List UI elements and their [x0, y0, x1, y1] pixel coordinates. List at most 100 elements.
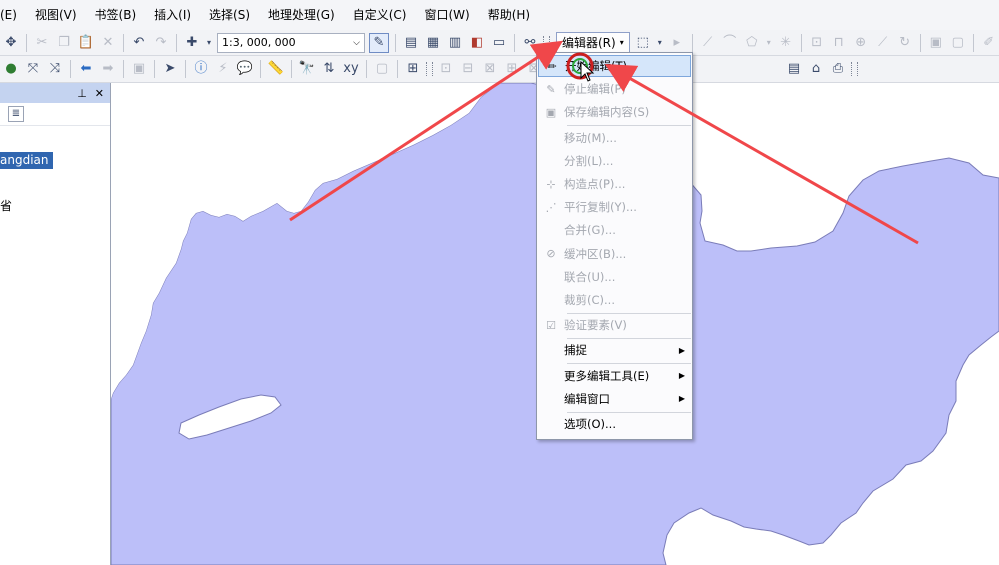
- find-route-icon[interactable]: ⇅: [320, 60, 338, 78]
- sketch-properties-icon[interactable]: ▢: [949, 34, 967, 52]
- table-of-contents-panel: ⊥ ✕ ≣ angdian 省: [0, 83, 111, 565]
- menu-snapping[interactable]: 捕捉 ▶: [538, 339, 691, 361]
- menu-union[interactable]: 联合(U)...: [538, 266, 691, 288]
- menu-save-edits[interactable]: ▣ 保存编辑内容(S): [538, 101, 691, 123]
- cut-polygons-icon[interactable]: ⊕: [852, 34, 870, 52]
- delete-icon[interactable]: ✕: [99, 34, 117, 52]
- attributes-icon[interactable]: ▣: [927, 34, 945, 52]
- toolbar-grip[interactable]: [851, 62, 858, 76]
- measure-icon[interactable]: 📏: [267, 60, 285, 78]
- fixed-zoom-in-icon[interactable]: ⤧: [24, 60, 42, 78]
- chevron-down-icon[interactable]: ▾: [765, 34, 773, 52]
- menu-item-label: 分割(L)...: [564, 153, 614, 168]
- menu-stop-editing[interactable]: ✎ 停止编辑(P): [538, 78, 691, 100]
- create-viewer-window-icon[interactable]: ⊞: [404, 60, 422, 78]
- model-builder-icon[interactable]: ⚯: [521, 34, 539, 52]
- toolbar-grip[interactable]: [426, 62, 433, 76]
- fixed-zoom-out-icon[interactable]: ⤨: [46, 60, 64, 78]
- menu-copy-parallel[interactable]: ⋰ 平行复制(Y)...: [538, 196, 691, 218]
- menu-split[interactable]: 分割(L)...: [538, 150, 691, 172]
- menu-customize[interactable]: 自定义(C): [344, 0, 416, 30]
- pin-icon[interactable]: ⊥: [77, 87, 87, 100]
- cut-icon[interactable]: ✂: [33, 34, 51, 52]
- standard-toolbar: ✥ ✂ ❐ 📋 ✕ ↶ ↷ ✚ ▾ 1:3, 000, 000 ⌵ ✎ ▤ ▦ …: [0, 30, 999, 56]
- add-data-icon[interactable]: ✚: [183, 34, 201, 52]
- menu-view[interactable]: 视图(V): [26, 0, 86, 30]
- layout-view-icon[interactable]: ▤: [785, 60, 803, 78]
- curve-icon[interactable]: ⌒: [721, 34, 739, 52]
- catalog-icon[interactable]: ▦: [424, 34, 442, 52]
- menu-windows[interactable]: 窗口(W): [415, 0, 478, 30]
- forward-extent-icon[interactable]: ➡: [99, 60, 117, 78]
- hyperlink-icon[interactable]: ⚡: [214, 60, 232, 78]
- split-tool-icon[interactable]: ⟋: [874, 34, 892, 52]
- identify-icon[interactable]: ⓘ: [192, 60, 210, 78]
- globe-icon[interactable]: ●: [2, 60, 20, 78]
- menu-start-editing[interactable]: ✏ 开始编辑(T): [538, 55, 691, 77]
- menu-insert[interactable]: 插入(I): [145, 0, 200, 30]
- menu-more-editing-tools[interactable]: 更多编辑工具(E) ▶: [538, 365, 691, 387]
- edit-annotation-icon[interactable]: ▸: [668, 34, 686, 52]
- menu-editing-windows[interactable]: 编辑窗口 ▶: [538, 388, 691, 410]
- menu-buffer[interactable]: ⊘ 缓冲区(B)...: [538, 243, 691, 265]
- menu-merge[interactable]: 合并(G)...: [538, 219, 691, 241]
- toolbar-separator: [291, 60, 292, 78]
- menu-validate-features[interactable]: ☑ 验证要素(V): [538, 314, 691, 336]
- redo-icon[interactable]: ↷: [152, 34, 170, 52]
- menu-move[interactable]: 移动(M)...: [538, 127, 691, 149]
- house-icon[interactable]: ⌂: [807, 60, 825, 78]
- menu-geoprocessing[interactable]: 地理处理(G): [259, 0, 344, 30]
- select-elements-icon[interactable]: ➤: [161, 60, 179, 78]
- topology-tool-icon[interactable]: ⊡: [437, 60, 455, 78]
- undo-icon[interactable]: ↶: [130, 34, 148, 52]
- layer-selected[interactable]: angdian: [0, 152, 53, 169]
- edit-tool-icon[interactable]: ⬚: [634, 34, 652, 52]
- menu-clip[interactable]: 裁剪(C)...: [538, 289, 691, 311]
- topology-validate-icon[interactable]: ⊠: [481, 60, 499, 78]
- rotate-icon[interactable]: ↻: [896, 34, 914, 52]
- construction-tool-icon[interactable]: ⬠: [743, 34, 761, 52]
- chevron-down-icon[interactable]: ▾: [205, 34, 213, 52]
- stop-edit-icon: ✎: [546, 82, 556, 96]
- menu-item-label: 构造点(P)...: [564, 177, 626, 191]
- toolbar-grip[interactable]: [543, 35, 550, 50]
- map-scale-combobox[interactable]: 1:3, 000, 000 ⌵: [217, 32, 365, 53]
- straight-segment-icon[interactable]: ⟋: [699, 34, 717, 52]
- edit-vertices-icon[interactable]: ⊡: [808, 34, 826, 52]
- menu-construct-points[interactable]: ⊹ 构造点(P)...: [538, 173, 691, 195]
- chevron-down-icon[interactable]: ▾: [656, 34, 664, 52]
- menu-bookmarks[interactable]: 书签(B): [86, 0, 146, 30]
- topology-fix-icon[interactable]: ⊞: [503, 60, 521, 78]
- table-of-contents-icon[interactable]: ▤: [402, 34, 420, 52]
- close-icon[interactable]: ✕: [95, 87, 104, 100]
- midpoint-icon[interactable]: ✳: [777, 34, 795, 52]
- pan-icon[interactable]: ✥: [2, 34, 20, 52]
- go-to-xy-icon[interactable]: xy: [342, 60, 360, 78]
- menu-edit[interactable]: (E): [0, 0, 26, 30]
- topology-edit-icon[interactable]: ⊟: [459, 60, 477, 78]
- print-icon[interactable]: ⎙: [829, 60, 847, 78]
- select-by-rectangle-icon[interactable]: ▣: [130, 60, 148, 78]
- time-slider-icon[interactable]: ▢: [373, 60, 391, 78]
- menu-item-label: 缓冲区(B)...: [564, 246, 627, 261]
- search-window-icon[interactable]: ▥: [446, 34, 464, 52]
- pencil-icon: ✏: [547, 59, 557, 73]
- back-extent-icon[interactable]: ⬅: [77, 60, 95, 78]
- editor-toolbar-icon[interactable]: ✎: [369, 32, 389, 53]
- html-popup-icon[interactable]: 💬: [236, 60, 254, 78]
- layer-item-sub[interactable]: 省: [0, 197, 12, 214]
- reshape-icon[interactable]: ⊓: [830, 34, 848, 52]
- arctoolbox-icon[interactable]: ◧: [468, 34, 486, 52]
- menu-help[interactable]: 帮助(H): [479, 0, 539, 30]
- python-window-icon[interactable]: ▭: [490, 34, 508, 52]
- paste-icon[interactable]: 📋: [77, 34, 95, 52]
- menu-options[interactable]: 选项(O)...: [538, 413, 691, 435]
- list-by-source-icon[interactable]: ≣: [8, 106, 24, 122]
- editor-menu-button[interactable]: 编辑器(R) ▾: [556, 31, 630, 54]
- chevron-down-icon[interactable]: ⌵: [353, 38, 360, 48]
- menu-item-label: 移动(M)...: [564, 130, 617, 145]
- find-icon[interactable]: 🔭: [298, 60, 316, 78]
- menu-selection[interactable]: 选择(S): [200, 0, 259, 30]
- copy-icon[interactable]: ❐: [55, 34, 73, 52]
- create-features-icon[interactable]: ✐: [980, 34, 998, 52]
